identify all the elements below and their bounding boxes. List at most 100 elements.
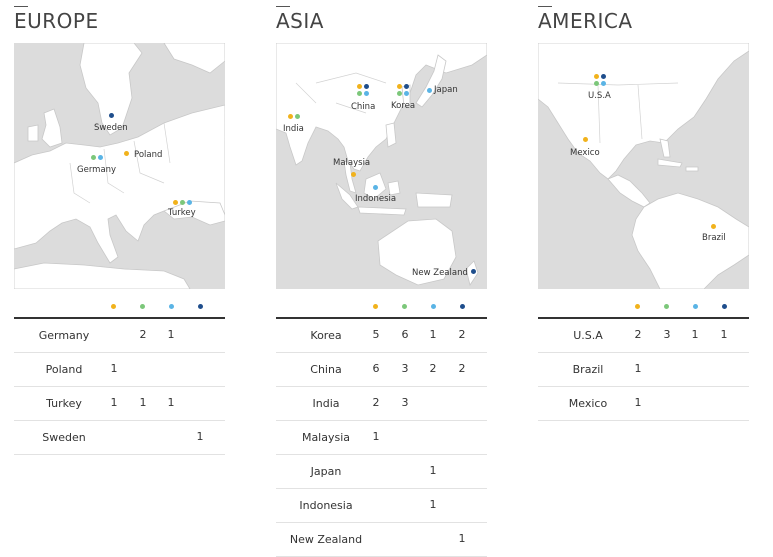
map-dot	[404, 84, 409, 89]
america-map: U.S.A Mexico Brazil	[538, 43, 749, 289]
region-title: ASIA	[276, 9, 324, 33]
map-dot	[601, 81, 606, 86]
region-title: AMERICA	[538, 9, 633, 33]
table-row: New Zealand 1	[276, 523, 487, 557]
europe-map-shapes	[14, 43, 225, 289]
count-cell-c4: 2	[458, 328, 466, 341]
count-cell-c4: 1	[196, 430, 204, 443]
map-label-usa: U.S.A	[588, 91, 611, 101]
count-cell-c2: 6	[401, 328, 409, 341]
legend	[14, 302, 225, 312]
asia-map-shapes	[276, 43, 487, 286]
legend-dot	[431, 304, 436, 309]
table-row: Sweden 1	[14, 421, 225, 455]
map-dot	[594, 81, 599, 86]
table-row: Japan 1	[276, 455, 487, 489]
map-label-new-zealand: New Zealand	[412, 268, 468, 278]
map-label-sweden: Sweden	[94, 123, 128, 133]
table-row: Malaysia 1	[276, 421, 487, 455]
count-cell-c1: 2	[634, 328, 642, 341]
count-cell-c3: 1	[429, 498, 437, 511]
country-name: Poland	[45, 363, 83, 376]
table-row: Korea 5 6 1 2	[276, 319, 487, 353]
map-dot	[357, 91, 362, 96]
map-label-indonesia: Indonesia	[355, 194, 397, 204]
legend	[538, 302, 749, 312]
country-name: India	[312, 397, 340, 410]
count-cell-c4: 2	[458, 362, 466, 375]
country-name: Mexico	[568, 397, 608, 410]
table-row: Brazil 1	[538, 353, 749, 387]
country-name: Sweden	[42, 431, 86, 444]
count-cell-c3: 1	[429, 328, 437, 341]
map-dot	[295, 114, 300, 119]
map-dot	[397, 84, 402, 89]
count-cell-c1: 5	[372, 328, 380, 341]
title-accent-line	[538, 6, 552, 7]
map-dot	[711, 224, 716, 229]
count-cell-c4: 1	[458, 532, 466, 545]
count-cell-c1: 1	[110, 362, 118, 375]
map-label-brazil: Brazil	[702, 233, 726, 243]
country-name: Malaysia	[301, 431, 351, 444]
count-cell-c1: 6	[372, 362, 380, 375]
asia-table: Korea 5 6 1 2 China 6 3 2 2 India 2 3 Malaysia 1 Japan 1…	[276, 319, 487, 557]
legend	[276, 302, 487, 312]
legend-dot	[693, 304, 698, 309]
map-dot	[397, 91, 402, 96]
america-map-shapes	[538, 43, 749, 289]
map-dot	[364, 91, 369, 96]
count-cell-c3: 1	[167, 328, 175, 341]
asia-map: China Korea Japan India Malaysia Indones…	[276, 43, 487, 289]
legend-dot	[373, 304, 378, 309]
map-label-india: India	[283, 124, 304, 134]
legend-dot	[140, 304, 145, 309]
title-accent-line	[276, 6, 290, 7]
table-row: U.S.A 2 3 1 1	[538, 319, 749, 353]
legend-dot	[111, 304, 116, 309]
count-cell-c2: 1	[139, 396, 147, 409]
map-dot	[583, 137, 588, 142]
america-table: U.S.A 2 3 1 1 Brazil 1 Mexico 1	[538, 319, 749, 421]
count-cell-c4: 1	[720, 328, 728, 341]
count-cell-c1: 2	[372, 396, 380, 409]
legend-dot	[169, 304, 174, 309]
country-name: Japan	[310, 465, 342, 478]
legend-dot	[460, 304, 465, 309]
map-label-china: China	[351, 102, 376, 112]
count-cell-c3: 1	[429, 464, 437, 477]
map-dot	[373, 185, 378, 190]
count-cell-c3: 1	[167, 396, 175, 409]
map-dot	[109, 113, 114, 118]
map-dot	[594, 74, 599, 79]
country-name: Brazil	[572, 363, 604, 376]
table-row: Poland 1	[14, 353, 225, 387]
map-label-mexico: Mexico	[570, 148, 600, 158]
country-name: New Zealand	[289, 533, 363, 546]
legend-dot	[635, 304, 640, 309]
count-cell-c1: 1	[110, 396, 118, 409]
map-label-poland: Poland	[134, 150, 163, 160]
map-dot	[91, 155, 96, 160]
table-row: Germany 2 1	[14, 319, 225, 353]
country-name: U.S.A	[573, 329, 603, 342]
count-cell-c2: 3	[663, 328, 671, 341]
count-cell-c2: 3	[401, 396, 409, 409]
count-cell-c3: 2	[429, 362, 437, 375]
table-row: Turkey 1 1 1	[14, 387, 225, 421]
table-row: India 2 3	[276, 387, 487, 421]
map-dot	[364, 84, 369, 89]
map-dot	[601, 74, 606, 79]
region-title: EUROPE	[14, 9, 99, 33]
map-label-malaysia: Malaysia	[333, 158, 371, 168]
legend-dot	[198, 304, 203, 309]
map-dot	[98, 155, 103, 160]
count-cell-c2: 2	[139, 328, 147, 341]
legend-dot	[664, 304, 669, 309]
title-accent-line	[14, 6, 28, 7]
map-dot	[427, 88, 432, 93]
europe-map: Sweden Poland Germany Turkey	[14, 43, 225, 289]
legend-dot	[402, 304, 407, 309]
table-row: China 6 3 2 2	[276, 353, 487, 387]
country-name: Turkey	[46, 397, 82, 410]
